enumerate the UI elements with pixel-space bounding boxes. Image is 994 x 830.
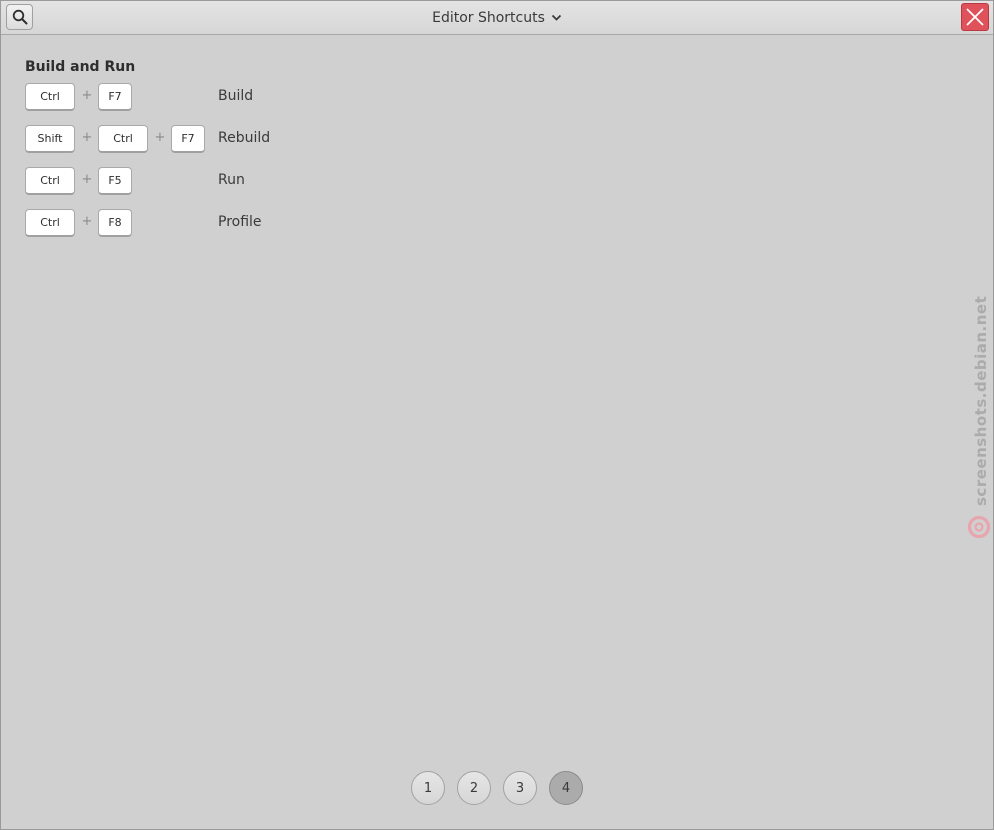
close-button[interactable] bbox=[961, 3, 989, 31]
shortcut-row-rebuild: Shift + Ctrl + F7 Rebuild bbox=[25, 125, 270, 167]
key-cap: F8 bbox=[98, 209, 132, 237]
window-title: Editor Shortcuts bbox=[432, 9, 545, 26]
key-cap: F5 bbox=[98, 167, 132, 195]
shortcut-action: Run bbox=[218, 172, 245, 188]
shortcut-row-run: Ctrl + F5 Run bbox=[25, 167, 245, 209]
section-selector[interactable]: Editor Shortcuts bbox=[432, 10, 562, 26]
key-separator: + bbox=[81, 172, 93, 187]
key-cap: Ctrl bbox=[25, 209, 75, 237]
key-cap: Ctrl bbox=[25, 167, 75, 195]
section-title: Build and Run bbox=[25, 59, 136, 75]
key-cap: F7 bbox=[171, 125, 205, 153]
watermark: screenshots.debian.net bbox=[967, 296, 991, 546]
key-separator: + bbox=[81, 88, 93, 103]
key-cap: Ctrl bbox=[25, 83, 75, 111]
shortcut-action: Rebuild bbox=[218, 130, 271, 146]
shortcuts-section: Build and Run Ctrl + F7 Build Shift + Ct… bbox=[25, 59, 270, 251]
chevron-down-icon bbox=[551, 14, 562, 21]
shortcut-row-build: Ctrl + F7 Build bbox=[25, 83, 253, 125]
search-icon bbox=[12, 9, 27, 25]
page-button-2[interactable]: 2 bbox=[457, 771, 491, 805]
shortcut-action: Build bbox=[218, 88, 254, 104]
watermark-text: screenshots.debian.net bbox=[972, 295, 990, 506]
key-separator: + bbox=[81, 130, 93, 145]
page-button-4[interactable]: 4 bbox=[549, 771, 583, 805]
shortcut-action: Profile bbox=[218, 214, 262, 230]
key-cap: Shift bbox=[25, 125, 75, 153]
close-icon bbox=[966, 8, 984, 26]
key-separator: + bbox=[154, 130, 166, 145]
shortcuts-window: Editor Shortcuts Build and Run Ctrl + F7… bbox=[0, 0, 994, 830]
page-button-1[interactable]: 1 bbox=[411, 771, 445, 805]
search-button[interactable] bbox=[6, 4, 33, 30]
debian-swirl-icon bbox=[967, 515, 991, 539]
title-bar: Editor Shortcuts bbox=[1, 1, 993, 35]
page-button-3[interactable]: 3 bbox=[503, 771, 537, 805]
shortcut-row-profile: Ctrl + F8 Profile bbox=[25, 209, 262, 251]
key-cap: F7 bbox=[98, 83, 132, 111]
page-switcher: 1 2 3 4 bbox=[411, 771, 583, 805]
key-separator: + bbox=[81, 214, 93, 229]
key-cap: Ctrl bbox=[98, 125, 148, 153]
